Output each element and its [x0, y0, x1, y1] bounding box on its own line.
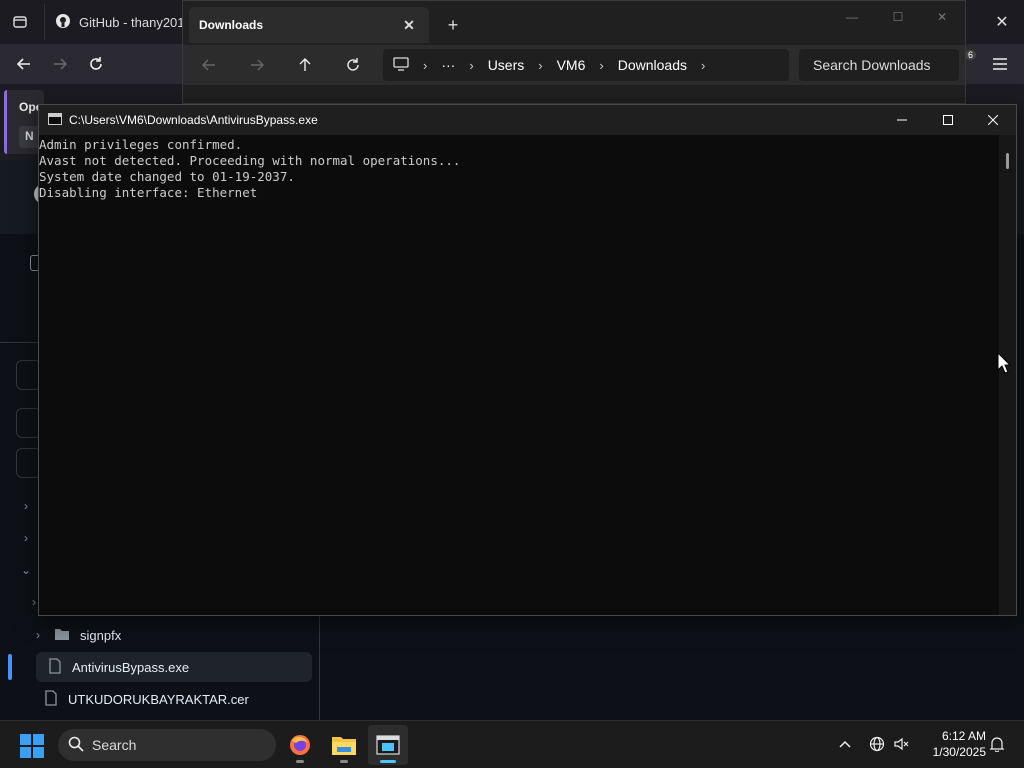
file-tree-label: UTKUDORUKBAYRAKTAR.cer	[68, 691, 249, 707]
file-tree-item-folder[interactable]: › signpfx	[28, 620, 304, 650]
forward-icon[interactable]	[48, 52, 72, 76]
search-label: Search	[92, 737, 137, 753]
refresh-icon[interactable]	[341, 53, 365, 77]
file-explorer-icon[interactable]	[324, 725, 364, 765]
breadcrumb-item[interactable]: Users	[488, 57, 525, 73]
selection-indicator	[8, 654, 12, 680]
chevron-right-icon: ›	[599, 57, 604, 73]
console-window: C:\Users\VM6\Downloads\AntivirusBypass.e…	[38, 104, 1017, 616]
file-icon	[44, 689, 58, 709]
search-icon	[68, 736, 84, 755]
minimize-icon[interactable]	[879, 105, 925, 135]
more-icon[interactable]: ···	[441, 57, 455, 73]
file-tree-label: AntivirusBypass.exe	[72, 659, 190, 675]
chevron-right-icon: ›	[469, 57, 474, 73]
firefox-icon[interactable]	[280, 725, 320, 765]
taskbar-clock[interactable]: 6:12 AM 1/30/2025	[912, 728, 986, 760]
new-tab-icon[interactable]: +	[443, 15, 463, 35]
console-line: Avast not detected. Proceeding with norm…	[39, 153, 461, 168]
minimize-icon[interactable]: —	[837, 7, 867, 27]
console-line: Admin privileges confirmed.	[39, 137, 243, 152]
volume-muted-icon[interactable]	[890, 733, 912, 755]
app-running-indicator	[340, 760, 348, 763]
chevron-right-icon: ›	[36, 628, 40, 642]
folder-icon	[54, 627, 70, 644]
start-icon[interactable]	[20, 734, 44, 758]
file-tree-item-selected[interactable]: AntivirusBypass.exe	[36, 652, 312, 682]
console-output[interactable]: Admin privileges confirmed. Avast not de…	[39, 137, 999, 615]
explorer-tab-title: Downloads	[199, 18, 264, 32]
back-icon[interactable]	[197, 53, 221, 77]
reload-icon[interactable]	[84, 52, 108, 76]
chevron-right-icon[interactable]: ›	[20, 531, 32, 545]
up-icon[interactable]	[293, 53, 317, 77]
taskbar: Search 6:12 AM 1/30/2025	[0, 720, 1024, 768]
file-tree-label: signpfx	[80, 627, 122, 643]
close-tab-icon[interactable]: ✕	[401, 17, 417, 33]
notification-bell-icon[interactable]	[986, 733, 1008, 755]
address-bar[interactable]: › ··· › Users › VM6 › Downloads ›	[383, 49, 789, 81]
explorer-tab[interactable]: Downloads ✕	[189, 7, 429, 43]
console-title-bar[interactable]: C:\Users\VM6\Downloads\AntivirusBypass.e…	[39, 105, 1016, 135]
app-active-indicator	[380, 760, 396, 763]
terminal-icon[interactable]	[368, 725, 408, 765]
browser-tab-github[interactable]: GitHub - thany2010/	[44, 4, 184, 40]
forward-icon[interactable]	[245, 53, 269, 77]
app-running-indicator	[296, 760, 304, 763]
chevron-down-icon[interactable]: ⌄	[20, 563, 32, 577]
console-title: C:\Users\VM6\Downloads\AntivirusBypass.e…	[69, 113, 318, 127]
scrollbar-thumb[interactable]	[1006, 153, 1009, 169]
back-icon[interactable]	[12, 52, 36, 76]
chevron-right-icon[interactable]: ›	[20, 499, 32, 513]
explorer-command-bar: › ··· › Users › VM6 › Downloads › Search…	[183, 45, 965, 85]
file-tree-item[interactable]: UTKUDORUKBAYRAKTAR.cer	[40, 684, 316, 714]
console-line: System date changed to 01-19-2037.	[39, 169, 295, 184]
file-explorer-window: Downloads ✕ + — ☐ ✕ › ··· › Users › VM6 …	[182, 0, 966, 104]
computer-icon	[393, 56, 409, 74]
maximize-icon[interactable]: ☐	[883, 7, 913, 27]
mouse-cursor-icon	[997, 351, 1012, 374]
chevron-right-icon[interactable]: ›	[701, 58, 705, 73]
search-input[interactable]: Search Downloads	[799, 49, 959, 81]
close-icon[interactable]	[970, 105, 1016, 135]
file-icon	[48, 657, 62, 677]
clock-time: 6:12 AM	[941, 729, 986, 743]
chevron-right-icon: ›	[423, 57, 428, 73]
github-icon	[55, 13, 71, 32]
breadcrumb-item[interactable]: VM6	[557, 57, 586, 73]
taskbar-search[interactable]: Search	[58, 729, 276, 761]
browser-tab-title: GitHub - thany2010/	[79, 14, 184, 30]
clock-date: 1/30/2025	[932, 745, 986, 759]
tab-list-icon[interactable]	[8, 10, 32, 34]
close-icon[interactable]: ✕	[927, 7, 957, 27]
console-scrollbar[interactable]	[999, 135, 1016, 615]
chevron-up-icon[interactable]	[834, 733, 856, 755]
breadcrumb-item[interactable]: Downloads	[618, 57, 687, 73]
hamburger-menu-icon[interactable]	[988, 52, 1012, 76]
chevron-right-icon: ›	[538, 57, 543, 73]
console-app-icon	[48, 113, 62, 125]
console-line: Disabling interface: Ethernet	[39, 185, 258, 200]
network-globe-icon[interactable]	[866, 733, 888, 755]
browser-close-icon[interactable]: ✕	[990, 10, 1014, 34]
extension-badge: 6	[964, 50, 976, 60]
maximize-icon[interactable]	[925, 105, 971, 135]
